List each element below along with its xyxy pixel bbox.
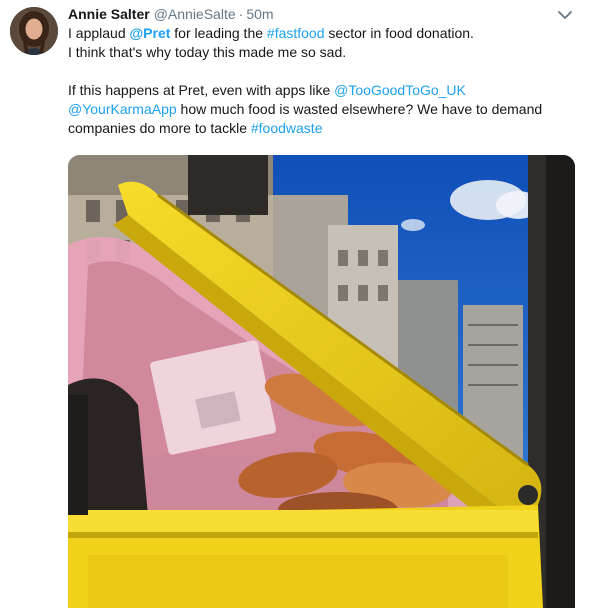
- tweet-card: Annie Salter @AnnieSalte · 50m I applaud…: [0, 0, 591, 608]
- text-segment: sector in food donation.: [324, 25, 474, 41]
- text-segment: for leading the: [170, 25, 267, 41]
- author-handle[interactable]: @AnnieSalte: [154, 6, 236, 22]
- mention-toogoodtogo[interactable]: @TooGoodToGo_UK: [334, 82, 466, 98]
- author-name[interactable]: Annie Salter: [68, 6, 150, 22]
- tweet-text: I applaud @Pret for leading the #fastfoo…: [68, 24, 578, 138]
- avatar[interactable]: [10, 7, 58, 55]
- tweet-photo[interactable]: [68, 155, 575, 608]
- tweet-line-2: I think that's why today this made me so…: [68, 44, 347, 60]
- text-segment: If this happens at Pret, even with apps …: [68, 82, 335, 98]
- more-options-button[interactable]: [557, 9, 573, 21]
- hashtag-foodwaste[interactable]: #foodwaste: [251, 120, 323, 136]
- separator-dot: ·: [238, 6, 244, 22]
- photo-yellow-bin-food-waste: [68, 155, 575, 608]
- mention-pret[interactable]: @Pret: [130, 25, 171, 41]
- tweet-line-1: I applaud @Pret for leading the #fastfoo…: [68, 24, 578, 43]
- profile-photo: [10, 7, 58, 55]
- hashtag-fastfood[interactable]: #fastfood: [267, 25, 325, 41]
- tweet-header: Annie Salter @AnnieSalte · 50m: [68, 6, 274, 24]
- chevron-down-icon: [558, 11, 572, 19]
- timestamp[interactable]: 50m: [246, 6, 273, 22]
- text-segment: I applaud: [68, 25, 130, 41]
- mention-yourkarmaapp[interactable]: @YourKarmaApp: [68, 101, 177, 117]
- tweet-paragraph-2: If this happens at Pret, even with apps …: [68, 81, 578, 138]
